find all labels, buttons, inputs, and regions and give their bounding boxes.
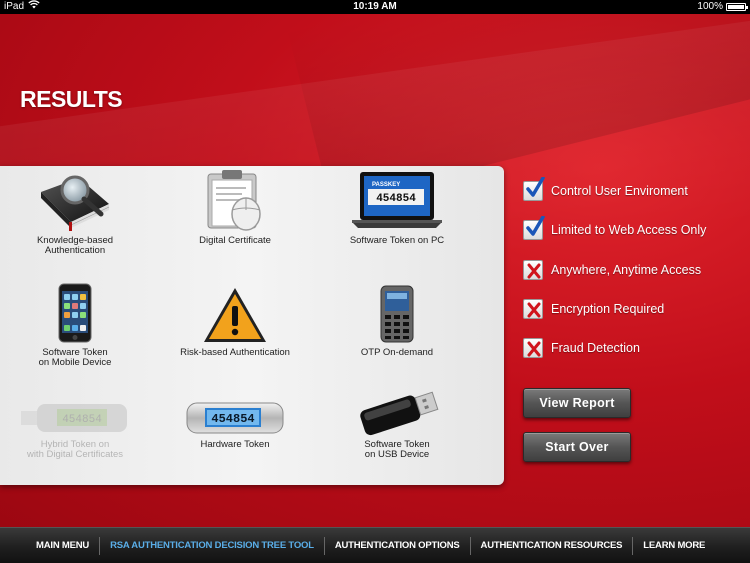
result-label-line1: OTP On-demand <box>360 347 434 358</box>
criterion-control-user-environment[interactable]: Control User Enviroment <box>523 177 688 202</box>
result-label-line1: Software Token on PC <box>349 235 445 246</box>
criterion-label: Limited to Web Access Only <box>551 223 707 237</box>
result-software-token-mobile[interactable]: Software Token on Mobile Device <box>0 280 150 368</box>
hardware-token-code: 454854 <box>211 412 254 426</box>
result-knowledge-based[interactable]: Knowledge-based Authentication <box>0 168 150 256</box>
criterion-web-access-only[interactable]: Limited to Web Access Only <box>523 216 707 241</box>
result-otp-on-demand[interactable]: OTP On-demand <box>322 280 472 358</box>
checked-icon[interactable] <box>523 177 545 201</box>
result-label-line2: on USB Device <box>364 449 430 460</box>
nav-learn-more[interactable]: LEARN MORE <box>633 537 715 555</box>
nav-authentication-resources[interactable]: AUTHENTICATION RESOURCES <box>471 536 634 555</box>
criterion-label: Anywhere, Anytime Access <box>551 263 702 277</box>
page-title: RESULTS <box>20 86 123 112</box>
criterion-label: Control User Enviroment <box>551 184 688 198</box>
criterion-label: Fraud Detection <box>551 341 640 355</box>
nav-decision-tree-tool[interactable]: RSA AUTHENTICATION DECISION TREE TOOL <box>100 536 325 555</box>
results-panel: Knowledge-based Authentication Digital C… <box>0 166 504 485</box>
cross-icon[interactable] <box>523 299 543 319</box>
hybrid-usb-token-icon: 454854 <box>21 404 127 432</box>
book-magnifier-icon <box>41 175 110 231</box>
laptop-token-icon: PASSKEY 454854 <box>352 172 442 228</box>
criterion-fraud-detection[interactable]: Fraud Detection <box>523 337 640 359</box>
nav-authentication-options[interactable]: AUTHENTICATION OPTIONS <box>325 536 471 555</box>
token-code: 454854 <box>376 193 416 205</box>
result-risk-based[interactable]: Risk-based Authentication <box>160 280 310 358</box>
nav-main-menu[interactable]: MAIN MENU <box>26 536 101 555</box>
result-hybrid-token: 454854 Hybrid Token on with Digital Cert… <box>0 384 150 460</box>
smartphone-icon <box>58 283 92 343</box>
result-label-line1: Hardware Token <box>200 439 270 450</box>
hardware-token-icon: 454854 <box>186 402 284 434</box>
result-label-line1: Risk-based Authentication <box>180 347 290 358</box>
result-label-line1: Digital Certificate <box>199 235 271 246</box>
result-label-line2: Authentication <box>44 245 106 256</box>
result-label-line2: on Mobile Device <box>38 357 112 368</box>
result-label-line2: with Digital Certificates <box>26 449 124 460</box>
status-bar: iPad 10:19 AM 100% <box>0 0 750 14</box>
phone-keypad-icon <box>380 285 414 343</box>
result-software-token-pc[interactable]: PASSKEY 454854 Software Token on PC <box>322 168 472 246</box>
status-time: 10:19 AM <box>353 1 397 12</box>
checked-icon[interactable] <box>523 216 545 240</box>
certificate-clipboard-icon <box>207 170 261 231</box>
criterion-encryption-required[interactable]: Encryption Required <box>523 298 664 320</box>
result-hardware-token[interactable]: 454854 Hardware Token <box>160 384 310 450</box>
main-area: RESULTS Knowledge-based Authentication D… <box>0 14 750 527</box>
start-over-button[interactable]: Start Over <box>523 432 631 462</box>
usb-drive-icon <box>360 391 439 436</box>
criterion-anywhere-anytime[interactable]: Anywhere, Anytime Access <box>523 259 701 281</box>
view-report-button[interactable]: View Report <box>523 388 631 418</box>
battery-icon <box>726 3 748 11</box>
cross-icon[interactable] <box>523 338 543 358</box>
token-header: PASSKEY <box>372 182 400 188</box>
cross-icon[interactable] <box>523 260 543 280</box>
result-software-token-usb[interactable]: Software Token on USB Device <box>322 372 472 460</box>
result-digital-certificate[interactable]: Digital Certificate <box>160 168 310 246</box>
criterion-label: Encryption Required <box>551 302 665 316</box>
hybrid-token-code: 454854 <box>62 414 102 426</box>
battery-percent: 100% <box>697 1 723 12</box>
bottom-nav: MAIN MENU RSA AUTHENTICATION DECISION TR… <box>0 527 750 563</box>
warning-triangle-icon <box>204 288 266 342</box>
